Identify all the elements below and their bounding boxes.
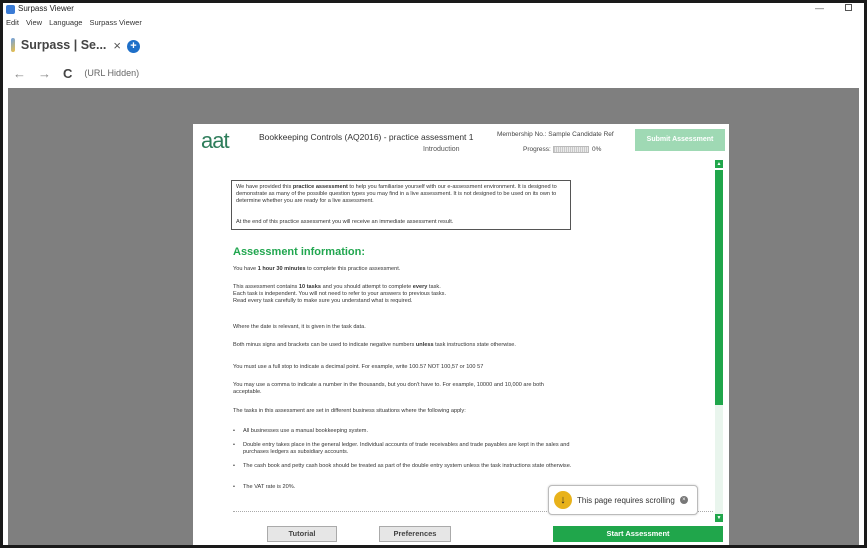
section-name: Introduction — [423, 146, 460, 153]
menu-surpass-viewer[interactable]: Surpass Viewer — [89, 17, 141, 29]
list-item: • The VAT rate is 20%. — [233, 484, 296, 490]
scrolling-tooltip-text: This page requires scrolling — [577, 495, 675, 505]
minus-paragraph: Both minus signs and brackets can be use… — [233, 342, 516, 348]
address-bar: ← → C (URL Hidden) — [3, 60, 864, 86]
screen-frame: Surpass Viewer — Edit View Language Surp… — [0, 0, 867, 548]
url-field[interactable]: (URL Hidden) — [84, 68, 139, 78]
date-paragraph: Where the date is relevant, it is given … — [233, 324, 366, 330]
menu-bar: Edit View Language Surpass Viewer — [3, 17, 864, 29]
assessment-info-heading: Assessment information: — [233, 246, 366, 258]
close-icon[interactable]: × — [679, 496, 688, 504]
scroll-up-icon[interactable]: ▲ — [715, 160, 723, 168]
list-item: • The cash book and petty cash book shoul… — [233, 463, 572, 469]
tab-title: Surpass | Se... — [20, 38, 107, 52]
preferences-button[interactable]: Preferences — [379, 526, 451, 542]
fullstop-paragraph: You must use a full stop to indicate a d… — [233, 364, 484, 370]
arrow-down-icon: ↓ — [554, 491, 572, 509]
scrollbar-thumb[interactable] — [715, 170, 723, 405]
tasks-paragraph: This assessment contains 10 tasks and yo… — [233, 284, 446, 304]
progress-value: 0% — [592, 146, 602, 153]
list-item: • Double entry takes place in the general… — [233, 442, 570, 455]
comma-paragraph: You may use a comma to indicate a number… — [233, 382, 544, 395]
scrollbar-track[interactable] — [715, 405, 723, 514]
app-window: Surpass Viewer — Edit View Language Surp… — [3, 3, 864, 545]
vertical-scrollbar[interactable]: ▲ ▼ — [715, 160, 723, 524]
submit-assessment-button[interactable]: Submit Assessment — [635, 129, 725, 151]
new-tab-plus-icon[interactable]: + — [127, 40, 140, 53]
progress-bar — [553, 146, 589, 153]
close-icon[interactable]: × — [113, 38, 121, 53]
notice-paragraph-2: At the end of this practice assessment y… — [236, 219, 454, 225]
progress-label: Progress: — [523, 146, 551, 153]
app-title: Surpass Viewer — [18, 4, 74, 13]
practice-notice-box: We have provided this practice assessmen… — [231, 180, 571, 230]
app-icon — [6, 5, 15, 14]
menu-view[interactable]: View — [26, 17, 42, 29]
assessment-panel: aat Bookkeeping Controls (AQ2016) - prac… — [193, 124, 729, 545]
favicon-icon — [11, 38, 15, 52]
menu-edit[interactable]: Edit — [6, 17, 19, 29]
assessment-footer: Tutorial Preferences Start Assessment — [193, 524, 729, 545]
start-assessment-button[interactable]: Start Assessment — [553, 526, 723, 542]
course-title: Bookkeeping Controls (AQ2016) - practice… — [259, 132, 474, 142]
scroll-down-icon[interactable]: ▼ — [715, 514, 723, 522]
scrolling-tooltip: ↓ This page requires scrolling × — [548, 485, 698, 515]
title-bar: Surpass Viewer — — [3, 3, 864, 17]
aat-logo: aat — [201, 128, 230, 153]
back-arrow-icon[interactable]: ← — [13, 66, 26, 81]
assessment-body[interactable]: We have provided this practice assessmen… — [193, 160, 729, 518]
menu-language[interactable]: Language — [49, 17, 82, 29]
tab-surpass[interactable]: Surpass | Se... × — [11, 34, 121, 56]
browser-content: aat Bookkeeping Controls (AQ2016) - prac… — [8, 88, 859, 545]
assessment-header: aat Bookkeeping Controls (AQ2016) - prac… — [193, 124, 729, 158]
maximize-button[interactable] — [845, 4, 852, 11]
membership-number: Membership No.: Sample Candidate Ref — [497, 131, 614, 138]
reload-icon[interactable]: C — [63, 66, 72, 81]
list-item: • All businesses use a manual bookkeeping… — [233, 428, 368, 434]
notice-paragraph-1: We have provided this practice assessmen… — [236, 184, 557, 204]
time-paragraph: You have 1 hour 30 minutes to complete t… — [233, 266, 401, 272]
forward-arrow-icon[interactable]: → — [38, 66, 51, 81]
minimize-button[interactable]: — — [815, 3, 824, 13]
tab-bar: Surpass | Se... × + — [3, 30, 864, 60]
business-paragraph: The tasks in this assessment are set in … — [233, 408, 466, 414]
tutorial-button[interactable]: Tutorial — [267, 526, 337, 542]
